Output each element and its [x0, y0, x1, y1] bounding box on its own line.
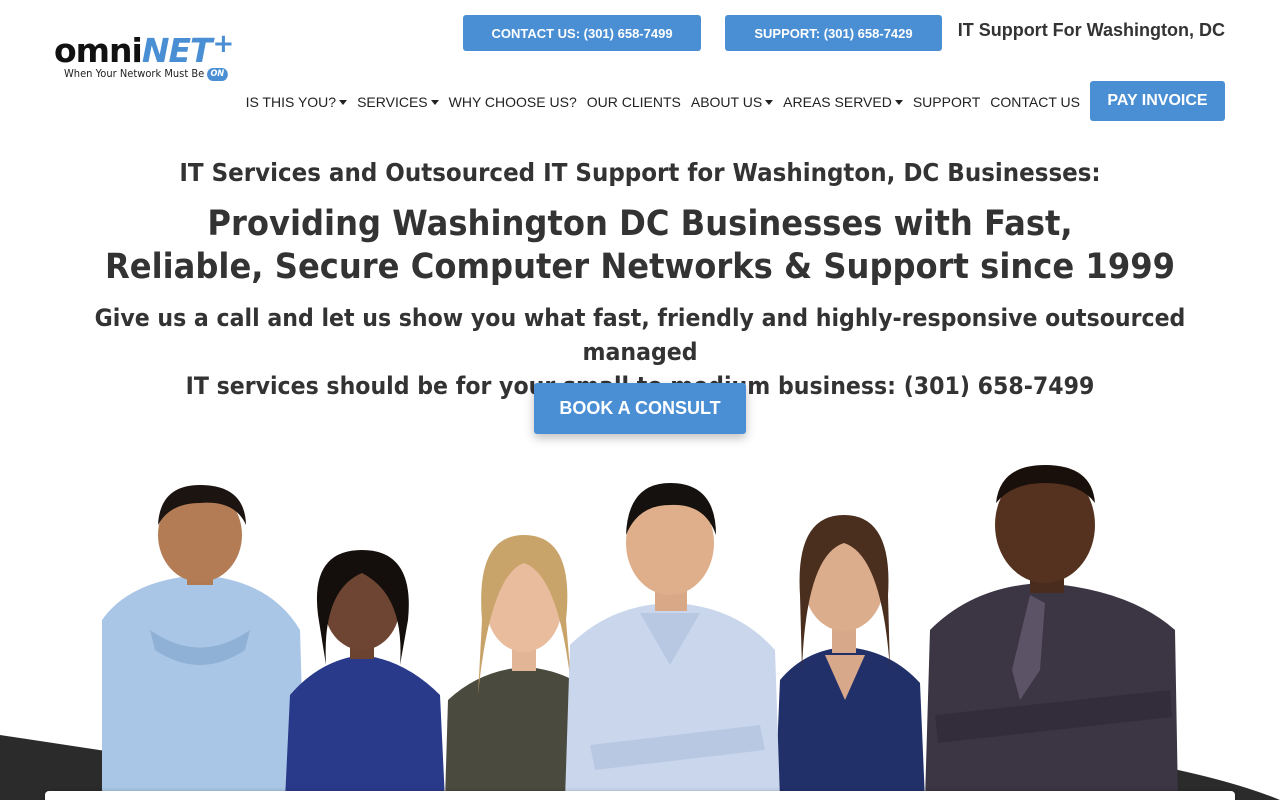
pay-invoice-button[interactable]: PAY INVOICE [1090, 81, 1225, 121]
content-card-top-edge [45, 791, 1235, 800]
nav-item-contact-us[interactable]: CONTACT US [990, 94, 1080, 110]
nav-item-areas-served[interactable]: AREAS SERVED [783, 94, 903, 110]
hero-subheading: IT Services and Outsourced IT Support fo… [179, 158, 1101, 187]
header-tagline: IT Support For Washington, DC [957, 20, 1225, 40]
logo-on-badge: ON [206, 68, 228, 81]
nav-item-is-this-you[interactable]: IS THIS YOU? [246, 94, 348, 110]
caret-down-icon [765, 99, 774, 105]
nav-item-label: SUPPORT [912, 94, 981, 110]
logo-tagline-text: When Your Network Must Be [64, 67, 205, 80]
logo-tagline: When Your Network Must Be ON [64, 67, 228, 81]
team-photo [0, 465, 1280, 800]
logo-wordmark: omniNET+ [54, 24, 235, 71]
caret-down-icon [894, 99, 903, 105]
team-member-2 [285, 550, 445, 800]
book-consult-button[interactable]: BOOK A CONSULT [534, 383, 746, 434]
hero-title-line-2: Reliable, Secure Computer Networks & Sup… [104, 247, 1176, 287]
nav-item-support[interactable]: SUPPORT [913, 94, 980, 110]
hero-title-line-1: Providing Washington DC Businesses with … [207, 204, 1073, 244]
nav-item-label: CONTACT US [990, 94, 1080, 110]
nav-item-our-clients[interactable]: OUR CLIENTS [587, 94, 681, 110]
team-member-1 [102, 485, 305, 800]
nav-item-services[interactable]: SERVICES [357, 94, 439, 110]
nav-item-label: IS THIS YOU? [245, 94, 337, 110]
caret-down-icon [339, 99, 348, 105]
caret-down-icon [430, 99, 439, 105]
hero-title: Providing Washington DC Businesses with … [51, 203, 1229, 289]
logo-omni-text: omni [54, 31, 143, 70]
logo-plus-text: + [212, 29, 235, 59]
support-phone-button[interactable]: SUPPORT: (301) 658-7429 [725, 15, 942, 51]
team-member-5 [775, 515, 925, 800]
nav-item-why-choose-us[interactable]: WHY CHOOSE US? [449, 94, 577, 110]
nav-item-label: WHY CHOOSE US? [448, 94, 577, 110]
team-member-6 [925, 465, 1178, 800]
logo-net-text: NET [141, 31, 213, 70]
nav-item-label: OUR CLIENTS [586, 94, 681, 110]
nav-item-label: AREAS SERVED [783, 94, 892, 110]
contact-phone-button[interactable]: CONTACT US: (301) 658-7499 [463, 15, 701, 51]
nav-item-label: SERVICES [357, 94, 428, 110]
nav-item-label: ABOUT US [690, 94, 763, 110]
team-member-4 [565, 483, 780, 800]
main-nav: IS THIS YOU? SERVICES WHY CHOOSE US? OUR… [246, 92, 1080, 112]
omninet-logo[interactable]: omniNET+ When Your Network Must Be ON [54, 24, 264, 86]
hero-description-line-1: Give us a call and let us show you what … [94, 304, 1186, 366]
nav-item-about-us[interactable]: ABOUT US [690, 94, 774, 110]
